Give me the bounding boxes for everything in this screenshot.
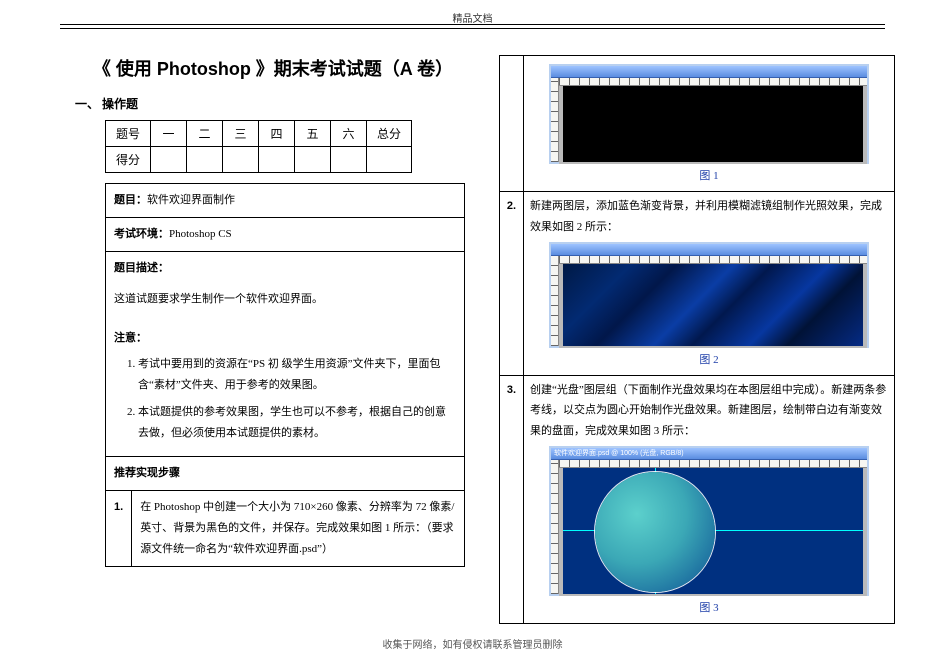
table-row: 2. 新建两图层，添加蓝色渐变背景，并利用模糊滤镜组制作光照效果，完成效果如图 … [500,191,895,375]
header-rule-bottom [60,28,885,29]
note-label: 注意： [114,328,456,349]
step-number: 3. [500,375,524,624]
score-col: 四 [259,121,295,147]
disc-shape [595,472,715,592]
list-item: 本试题提供的参考效果图，学生也可以不参考，根据自己的创意去做，但必须使用本试题提… [138,402,456,444]
score-cell [259,147,295,173]
section-one-label: 一、 操作题 [75,95,471,112]
table-row: 题目描述： 这道试题要求学生制作一个软件欢迎界面。 注意： 考试中要用到的资源在… [106,251,465,456]
header-label: 精品文档 [447,10,499,25]
left-column: 《 使用 Photoshop 》期末考试试题（A 卷） 一、 操作题 题号 一 … [75,55,471,609]
step-body: 在 Photoshop 中创建一个大小为 710×260 像素、分辨率为 72 … [132,490,465,566]
score-col: 三 [223,121,259,147]
step-number-empty [500,56,524,192]
step-number: 1. [106,490,132,566]
table-row: 推荐实现步骤 [106,457,465,491]
score-col: 六 [331,121,367,147]
env-value: Photoshop CS [169,228,232,240]
photoshop-window: 软件欢迎界面.psd @ 100% (光盘, RGB/8) [549,446,869,596]
table-row: 得分 [106,147,412,173]
score-table: 题号 一 二 三 四 五 六 总分 得分 [105,120,412,173]
env-label: 考试环境： [114,228,169,240]
right-column: 图 1 2. 新建两图层，添加蓝色渐变背景，并利用模糊滤镜组制作光照效果，完成效… [499,55,895,609]
list-item: 考试中要用到的资源在“PS 初 级学生用资源”文件夹下，里面包含“素材”文件夹、… [138,354,456,396]
table-row: 图 1 [500,56,895,192]
canvas-area [559,86,867,164]
step3-body: 创建“光盘”图层组（下面制作光盘效果均在本图层组中完成）。新建两条参考线，以交点… [530,380,888,443]
step3-cell: 创建“光盘”图层组（下面制作光盘效果均在本图层组中完成）。新建两条参考线，以交点… [524,375,895,624]
score-cell [187,147,223,173]
ruler-vertical-icon [551,256,559,346]
canvas-area [559,264,867,348]
header-rule-top [60,24,885,25]
two-column-layout: 《 使用 Photoshop 》期末考试试题（A 卷） 一、 操作题 题号 一 … [75,55,895,609]
desc-body: 这道试题要求学生制作一个软件欢迎界面。 [114,289,456,310]
note-list: 考试中要用到的资源在“PS 初 级学生用资源”文件夹下，里面包含“素材”文件夹、… [138,354,456,444]
ruler-horizontal-icon [559,460,867,468]
table-row: 题目：软件欢迎界面制作 [106,184,465,218]
dark-blue-canvas [563,468,863,594]
topic-cell: 题目：软件欢迎界面制作 [106,184,465,218]
table-row: 考试环境：Photoshop CS [106,217,465,251]
score-rowhead-number: 题号 [106,121,151,147]
figure-caption: 图 3 [530,598,888,619]
topic-value: 软件欢迎界面制作 [147,194,235,206]
canvas-area [559,468,867,596]
window-titlebar [551,244,867,256]
steps-table: 图 1 2. 新建两图层，添加蓝色渐变背景，并利用模糊滤镜组制作光照效果，完成效… [499,55,895,624]
score-rowhead-score: 得分 [106,147,151,173]
ruler-vertical-icon [551,460,559,594]
instruction-table: 题目：软件欢迎界面制作 考试环境：Photoshop CS 题目描述： 这道试题… [105,183,465,567]
ruler-vertical-icon [551,78,559,162]
table-row: 1. 在 Photoshop 中创建一个大小为 710×260 像素、分辨率为 … [106,490,465,566]
figure-caption: 图 2 [530,350,888,371]
step2-cell: 新建两图层，添加蓝色渐变背景，并利用模糊滤镜组制作光照效果，完成效果如图 2 所… [524,191,895,375]
exam-title: 《 使用 Photoshop 》期末考试试题（A 卷） [75,55,471,81]
score-col: 五 [295,121,331,147]
ruler-horizontal-icon [559,256,867,264]
steps-label-cell: 推荐实现步骤 [106,457,465,491]
score-cell [223,147,259,173]
score-col: 一 [151,121,187,147]
window-titlebar: 软件欢迎界面.psd @ 100% (光盘, RGB/8) [551,448,867,460]
score-col-total: 总分 [367,121,412,147]
score-cell [331,147,367,173]
blue-gradient-canvas [563,264,863,346]
figure1-cell: 图 1 [524,56,895,192]
step2-body: 新建两图层，添加蓝色渐变背景，并利用模糊滤镜组制作光照效果，完成效果如图 2 所… [530,196,888,238]
window-titlebar [551,66,867,78]
table-row: 3. 创建“光盘”图层组（下面制作光盘效果均在本图层组中完成）。新建两条参考线，… [500,375,895,624]
desc-cell: 题目描述： 这道试题要求学生制作一个软件欢迎界面。 注意： 考试中要用到的资源在… [106,251,465,456]
desc-label: 题目描述： [114,258,456,279]
photoshop-window [549,242,869,348]
table-row: 题号 一 二 三 四 五 六 总分 [106,121,412,147]
ruler-horizontal-icon [559,78,867,86]
topic-label: 题目： [114,194,147,206]
black-canvas [563,86,863,162]
score-cell [295,147,331,173]
score-cell [367,147,412,173]
env-cell: 考试环境：Photoshop CS [106,217,465,251]
footer-note: 收集于网络，如有侵权请联系管理员删除 [383,636,563,651]
step-number: 2. [500,191,524,375]
page-root: 精品文档 《 使用 Photoshop 》期末考试试题（A 卷） 一、 操作题 … [0,0,945,669]
score-col: 二 [187,121,223,147]
score-cell [151,147,187,173]
figure-caption: 图 1 [530,166,888,187]
photoshop-window [549,64,869,164]
